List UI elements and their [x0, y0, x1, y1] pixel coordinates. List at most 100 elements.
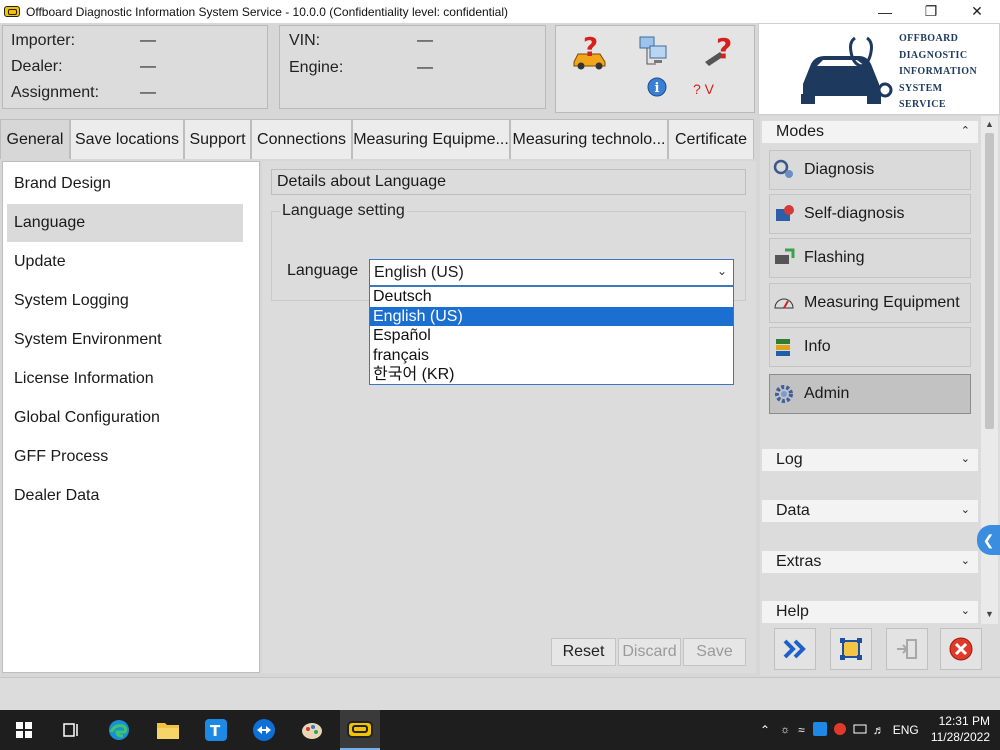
language-option-francais[interactable]: français	[370, 346, 733, 366]
info-icon[interactable]: i	[646, 76, 668, 103]
language-select[interactable]: English (US) ⌄	[369, 259, 734, 286]
vin-value: —	[417, 32, 433, 49]
app-icon	[4, 6, 20, 17]
volume-icon[interactable]: ♬	[873, 723, 885, 737]
section-title: Details about Language	[271, 169, 746, 195]
wifi-key-icon[interactable]: ☼	[780, 724, 790, 736]
screenshot-button[interactable]	[830, 628, 872, 670]
tray-network-icon[interactable]	[853, 722, 867, 739]
save-button[interactable]: Save	[683, 638, 746, 666]
tab-certificate[interactable]: Certificate	[668, 119, 754, 159]
stethoscope-icon	[773, 159, 795, 181]
data-header[interactable]: Data ⌄	[762, 500, 978, 522]
minimize-button[interactable]: —	[862, 0, 908, 23]
svg-text:?: ?	[716, 32, 732, 65]
tab-support[interactable]: Support	[184, 119, 251, 159]
admin-gear-icon	[773, 383, 795, 405]
list-item-system-environment[interactable]: System Environment	[7, 321, 243, 359]
self-diagnosis-icon	[773, 203, 795, 225]
list-item-dealer-data[interactable]: Dealer Data	[7, 477, 243, 515]
side-collapse-tab[interactable]: ❮	[977, 525, 1000, 555]
list-item-system-logging[interactable]: System Logging	[7, 282, 243, 320]
svg-text:i: i	[655, 81, 660, 96]
list-item-global-configuration[interactable]: Global Configuration	[7, 399, 243, 437]
modes-header[interactable]: Modes ⌃	[762, 121, 978, 143]
status-bar	[0, 677, 1000, 710]
clock-date: 11/28/2022	[930, 730, 990, 744]
language-option-korean[interactable]: 한국어 (KR)	[370, 365, 733, 385]
close-window-button[interactable]: ✕	[954, 0, 1000, 23]
language-label: Language	[287, 262, 359, 279]
logo-text: OFFBOARD DIAGNOSTIC INFORMATION SYSTEM S…	[899, 33, 978, 110]
paint-icon[interactable]	[296, 710, 328, 750]
engine-label: Engine:	[289, 59, 344, 76]
odis-taskbar-icon[interactable]	[340, 710, 380, 750]
tab-connections[interactable]: Connections	[251, 119, 352, 159]
collapse-icon: ⌃	[960, 125, 970, 137]
list-item-update[interactable]: Update	[7, 243, 243, 281]
mode-measuring-equipment-button[interactable]: Measuring Equipment	[769, 283, 971, 323]
assignment-label: Assignment:	[11, 84, 100, 101]
clock[interactable]: 12:31 PM 11/28/2022	[931, 713, 990, 745]
tab-save-locations[interactable]: Save locations	[70, 119, 184, 159]
expand-icon: ⌄	[960, 605, 970, 617]
gauge-icon	[773, 292, 795, 314]
tray-alert-icon[interactable]	[833, 722, 847, 739]
dealer-label: Dealer:	[11, 58, 63, 75]
vin-label: VIN:	[289, 32, 321, 49]
language-option-english-us[interactable]: English (US)	[370, 306, 733, 326]
exit-application-button[interactable]	[940, 628, 982, 670]
help-header[interactable]: Help ⌄	[762, 601, 978, 623]
scroll-up-icon[interactable]: ▲	[981, 116, 998, 132]
version-help-icon[interactable]: ? V	[693, 81, 714, 97]
tray-app-icon[interactable]	[812, 721, 827, 739]
engine-value: —	[417, 59, 433, 76]
language-option-espanol[interactable]: Español	[370, 326, 733, 346]
chevron-up-icon[interactable]: ⌃	[760, 723, 770, 737]
logout-button[interactable]	[886, 628, 928, 670]
windows-start-icon[interactable]	[8, 710, 40, 750]
forward-button[interactable]	[774, 628, 816, 670]
scroll-down-icon[interactable]: ▼	[981, 606, 998, 622]
tab-measuring-technology[interactable]: Measuring technolo...	[510, 119, 668, 159]
language-option-deutsch[interactable]: Deutsch	[370, 287, 733, 307]
clock-time: 12:31 PM	[938, 714, 990, 728]
mode-diagnosis-button[interactable]: Diagnosis	[769, 150, 971, 190]
list-item-gff-process[interactable]: GFF Process	[7, 438, 243, 476]
task-view-icon[interactable]	[55, 710, 87, 750]
scroll-thumb[interactable]	[985, 133, 994, 429]
expand-icon: ⌄	[960, 555, 970, 567]
teamviewer-qs-icon[interactable]: T	[200, 710, 232, 750]
edge-browser-icon[interactable]	[103, 710, 135, 750]
reset-button[interactable]: Reset	[551, 638, 616, 666]
modes-panel: Modes ⌃ Diagnosis Self-diagnosis Flashin…	[760, 116, 1000, 676]
title-bar: Offboard Diagnostic Information System S…	[0, 0, 1000, 23]
tab-measuring-equipment[interactable]: Measuring Equipme...	[352, 119, 510, 159]
list-item-language[interactable]: Language	[7, 204, 243, 242]
mode-admin-button[interactable]: Admin	[769, 374, 971, 414]
svg-text:T: T	[210, 722, 221, 740]
car-help-icon[interactable]: ?	[570, 33, 610, 75]
tab-general[interactable]: General	[0, 119, 70, 159]
network-icon[interactable]	[636, 34, 672, 75]
language-select-value: English (US)	[374, 263, 464, 281]
mode-flashing-button[interactable]: Flashing	[769, 238, 971, 278]
discard-button[interactable]: Discard	[618, 638, 681, 666]
help-tool-icon[interactable]: ?	[700, 32, 740, 75]
mode-info-button[interactable]: Info	[769, 327, 971, 367]
teamviewer-icon[interactable]	[248, 710, 280, 750]
header-toolbar: ? ? i ? V	[555, 25, 755, 113]
assignment-value: —	[140, 84, 156, 101]
vehicle-info-box: VIN: — Engine: —	[279, 25, 546, 109]
bottom-toolbar	[760, 626, 982, 676]
mode-self-diagnosis-button[interactable]: Self-diagnosis	[769, 194, 971, 234]
exit-door-icon	[897, 639, 917, 659]
list-item-brand-design[interactable]: Brand Design	[7, 165, 243, 203]
input-language[interactable]: ENG	[893, 723, 919, 737]
wifi-icon[interactable]: ≈	[798, 723, 805, 737]
log-header[interactable]: Log ⌄	[762, 449, 978, 471]
list-item-license-information[interactable]: License Information	[7, 360, 243, 398]
extras-header[interactable]: Extras ⌄	[762, 551, 978, 573]
file-explorer-icon[interactable]	[152, 710, 184, 750]
restore-button[interactable]: ❐	[908, 0, 954, 23]
